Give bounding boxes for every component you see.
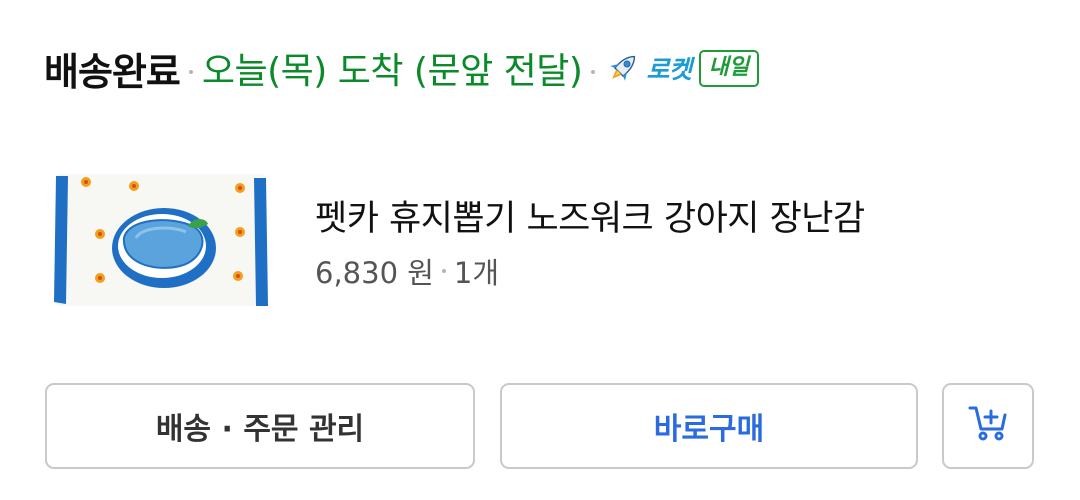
buy-now-button[interactable]: 바로구매	[500, 383, 918, 469]
rocket-delivery-label: 로켓	[646, 55, 692, 84]
product-quantity: 1개	[453, 256, 500, 290]
delivery-order-manage-button[interactable]: 배송 · 주문 관리	[45, 383, 475, 469]
rocket-icon	[604, 49, 642, 87]
separator-dot	[441, 269, 446, 273]
arrival-info: 오늘(목) 도착 (문앞 전달)	[201, 51, 583, 92]
delivery-status-title: 배송완료	[44, 49, 181, 94]
product-name[interactable]: 펫카 휴지뽑기 노즈워크 강아지 장난감	[315, 190, 865, 241]
product-price: 6,830 원	[315, 256, 434, 290]
tomorrow-badge: 내일	[699, 49, 759, 87]
product-thumbnail[interactable]	[52, 168, 270, 310]
product-meta: 6,830 원 1개	[315, 250, 499, 292]
separator-dot	[591, 70, 596, 74]
delivery-status-row: 배송완료 오늘(목) 도착 (문앞 전달) 로켓 내일	[44, 36, 759, 100]
separator-dot	[188, 70, 193, 74]
cart-add-icon	[967, 401, 1009, 451]
add-to-cart-button[interactable]	[942, 383, 1034, 469]
